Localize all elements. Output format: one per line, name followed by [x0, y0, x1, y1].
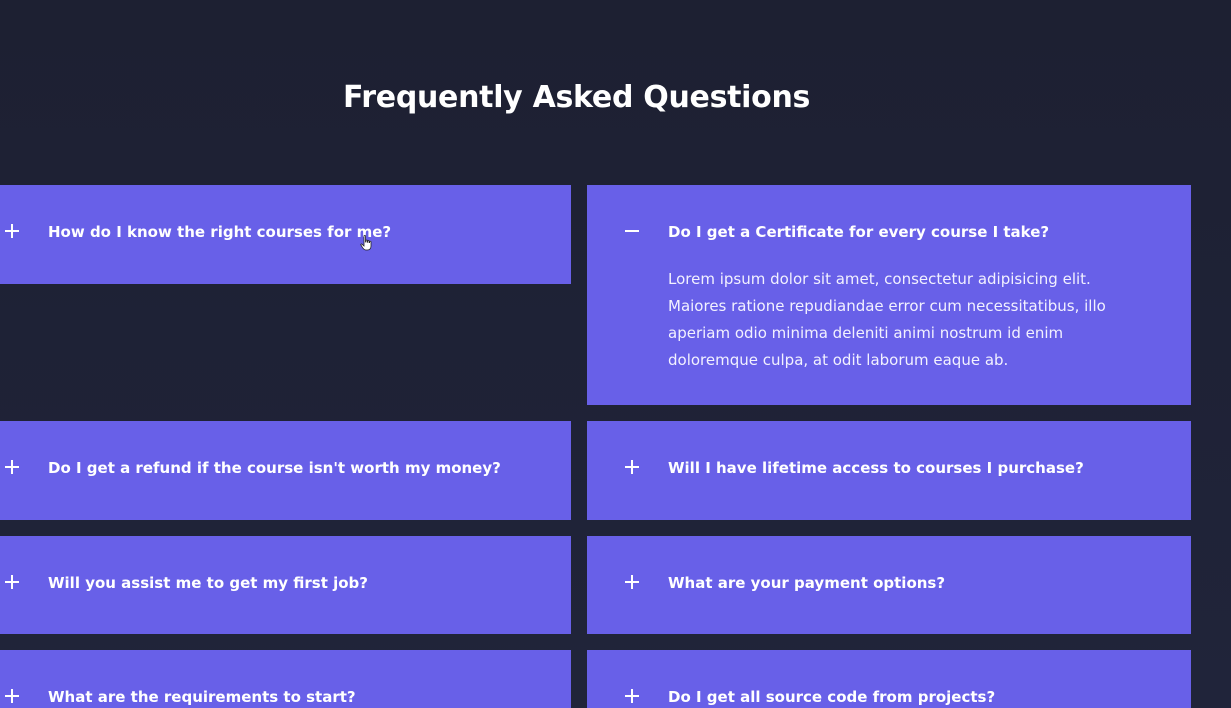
plus-icon[interactable]: [624, 459, 640, 475]
faq-item[interactable]: Do I get a refund if the course isn't wo…: [0, 421, 571, 520]
minus-icon[interactable]: [624, 223, 640, 239]
faq-question[interactable]: How do I know the right courses for me?: [48, 222, 391, 242]
page-title: Frequently Asked Questions: [343, 80, 811, 115]
faq-question[interactable]: What are the requirements to start?: [48, 687, 356, 707]
faq-page: Frequently Asked Questions How do I know…: [0, 0, 1231, 708]
faq-item[interactable]: Will I have lifetime access to courses I…: [587, 421, 1191, 520]
plus-icon[interactable]: [4, 459, 20, 475]
faq-item[interactable]: Do I get all source code from projects?: [587, 650, 1191, 708]
faq-answer: Lorem ipsum dolor sit amet, consectetur …: [668, 270, 1106, 369]
faq-question[interactable]: Do I get all source code from projects?: [668, 687, 995, 707]
faq-item[interactable]: What are your payment options?: [587, 536, 1191, 634]
faq-item[interactable]: Will you assist me to get my first job?: [0, 536, 571, 634]
faq-question[interactable]: What are your payment options?: [668, 573, 945, 593]
plus-icon[interactable]: [624, 688, 640, 704]
faq-question[interactable]: Will I have lifetime access to courses I…: [668, 458, 1084, 478]
plus-icon[interactable]: [4, 688, 20, 704]
plus-icon[interactable]: [4, 223, 20, 239]
faq-item[interactable]: What are the requirements to start?: [0, 650, 571, 708]
faq-question[interactable]: Will you assist me to get my first job?: [48, 573, 368, 593]
faq-item-expanded[interactable]: Do I get a Certificate for every course …: [587, 185, 1191, 405]
plus-icon[interactable]: [624, 574, 640, 590]
faq-question[interactable]: Do I get a refund if the course isn't wo…: [48, 458, 501, 478]
plus-icon[interactable]: [4, 574, 20, 590]
faq-question[interactable]: Do I get a Certificate for every course …: [668, 222, 1049, 242]
faq-item[interactable]: How do I know the right courses for me?: [0, 185, 571, 284]
hand-cursor-icon: [360, 235, 372, 251]
